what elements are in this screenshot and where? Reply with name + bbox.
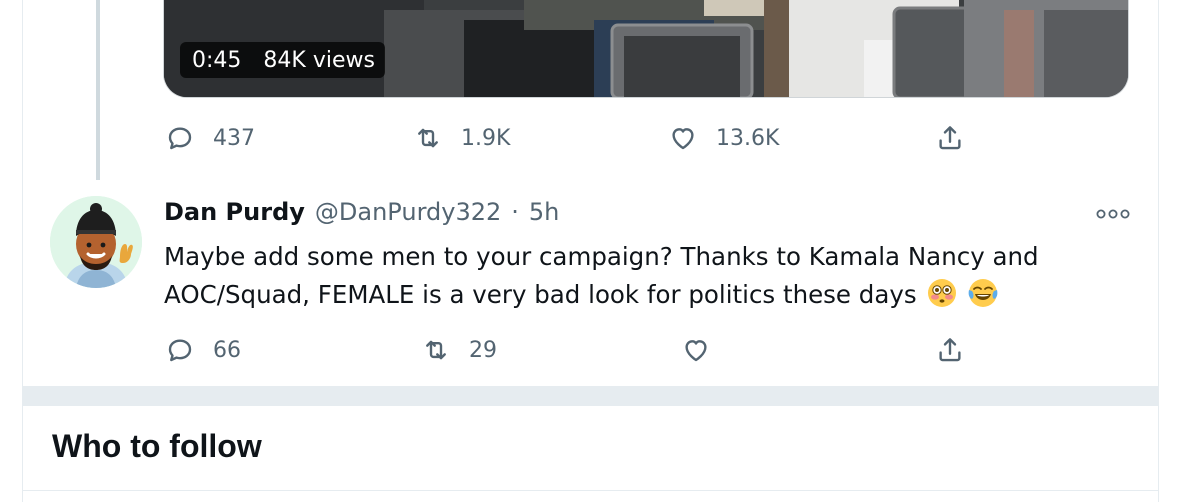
heart-icon	[672, 128, 694, 150]
video-views: 84K views	[263, 47, 375, 73]
reply-icon	[168, 339, 192, 362]
section-divider	[23, 386, 1158, 406]
share-icon	[939, 338, 961, 362]
reply-icon	[168, 127, 192, 150]
tweet-timestamp[interactable]: 5h	[529, 198, 559, 226]
video-duration: 0:45	[192, 47, 242, 73]
reply-button[interactable]: 437	[165, 123, 255, 153]
who-to-follow-heading: Who to follow	[52, 428, 262, 464]
like-count: 13.6K	[716, 125, 780, 151]
author-name[interactable]: Dan Purdy	[164, 198, 305, 226]
retweet-count: 29	[469, 337, 497, 363]
video-stats-badge: 0:45 84K views	[180, 42, 385, 78]
retweet-button[interactable]: 29	[421, 335, 497, 365]
tweet-text: Maybe add some men to your campaign? Tha…	[164, 242, 1039, 309]
tears-of-joy-emoji	[968, 278, 998, 308]
timeline: 0:45 84K views 437 1.9K 13.6K Dan Purdy …	[0, 0, 1200, 502]
like-button[interactable]	[681, 335, 729, 365]
memoji-avatar-image	[50, 196, 142, 288]
retweet-button[interactable]: 1.9K	[413, 123, 510, 153]
reply-tweet-action-bar: 66 29	[165, 332, 995, 368]
column-border-right	[1158, 0, 1159, 502]
more-options-icon	[1096, 209, 1130, 219]
header-separator: ·	[511, 198, 519, 226]
retweet-icon	[426, 340, 446, 360]
share-button[interactable]	[935, 123, 965, 153]
column-border-left	[22, 0, 23, 502]
reply-count: 437	[213, 125, 255, 151]
reply-count: 66	[213, 337, 241, 363]
reply-tweet-header: Dan Purdy @DanPurdy322 · 5h	[164, 198, 559, 226]
avatar[interactable]	[50, 196, 142, 288]
thread-connector-line	[96, 0, 100, 180]
reply-tweet-text: Maybe add some men to your campaign? Tha…	[164, 238, 1104, 314]
video-player[interactable]: 0:45 84K views	[163, 0, 1129, 98]
reply-button[interactable]: 66	[165, 335, 241, 365]
author-handle[interactable]: @DanPurdy322	[315, 198, 501, 226]
share-button[interactable]	[935, 335, 965, 365]
section-bottom-border	[23, 490, 1158, 491]
more-options-button[interactable]	[1096, 206, 1130, 225]
like-button[interactable]: 13.6K	[668, 123, 779, 153]
flushed-face-emoji	[927, 278, 957, 308]
retweet-icon	[418, 128, 438, 148]
share-icon	[939, 126, 961, 150]
retweet-count: 1.9K	[461, 125, 511, 151]
main-tweet-action-bar: 437 1.9K 13.6K	[165, 120, 995, 156]
heart-icon	[685, 340, 707, 362]
